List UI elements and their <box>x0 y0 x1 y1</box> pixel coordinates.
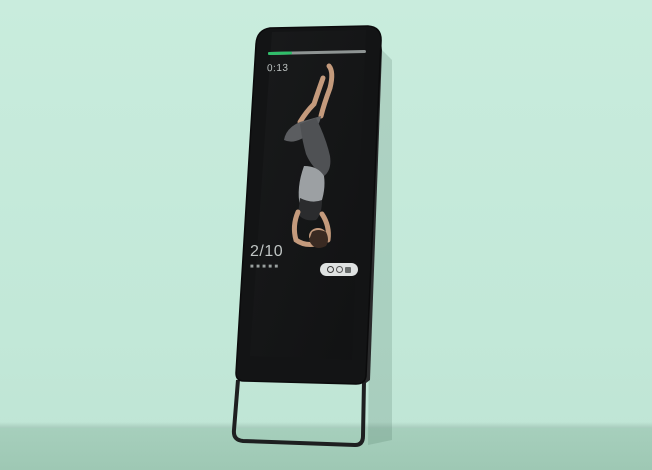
workout-timer: 0:13 <box>267 62 289 75</box>
workout-progress-fill <box>267 51 292 55</box>
smart-mirror-device <box>231 25 392 447</box>
camera-toggle-button[interactable] <box>320 263 358 276</box>
record-icon <box>336 266 343 273</box>
rep-subtitle: ■ ■ ■ ■ ■ <box>250 264 279 270</box>
stop-icon <box>345 266 351 273</box>
rep-counter: 2/10 <box>250 243 284 260</box>
device-stand <box>231 379 366 447</box>
camera-toggle-icon <box>327 266 334 273</box>
product-scene: 0:13 2/10 ■ ■ ■ ■ ■ <box>0 0 652 470</box>
